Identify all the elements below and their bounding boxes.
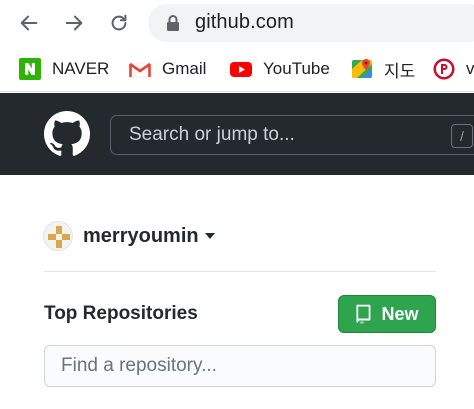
address-bar[interactable]: github.com bbox=[148, 4, 474, 42]
bookmarks-bar: NAVER Gmail YouTube 지도 v bbox=[0, 46, 474, 92]
arrow-left-icon bbox=[20, 15, 38, 31]
bookmark-label: Gmail bbox=[162, 59, 207, 78]
find-repository-input[interactable] bbox=[44, 345, 436, 387]
browser-toolbar: github.com bbox=[0, 0, 474, 46]
bookmark-p[interactable]: v bbox=[433, 57, 474, 81]
bookmark-youtube[interactable]: YouTube bbox=[230, 57, 330, 81]
reload-button[interactable] bbox=[105, 9, 133, 37]
chevron-down-icon bbox=[204, 233, 215, 239]
divider bbox=[44, 271, 436, 272]
youtube-icon bbox=[230, 58, 252, 80]
username: merryoumin bbox=[83, 224, 199, 247]
bookmark-label: YouTube bbox=[263, 59, 330, 78]
search-placeholder: Search or jump to... bbox=[129, 124, 295, 145]
new-button-label: New bbox=[381, 303, 419, 324]
dashboard-sidebar: merryoumin Top Repositories New bbox=[0, 175, 474, 409]
github-header: Search or jump to... / bbox=[0, 93, 474, 175]
lock-icon bbox=[167, 15, 179, 31]
repo-icon bbox=[356, 304, 371, 324]
bookmark-naver[interactable]: NAVER bbox=[19, 57, 109, 81]
arrow-right-icon bbox=[65, 15, 83, 31]
google-maps-icon bbox=[351, 58, 373, 80]
address-url: github.com bbox=[195, 11, 294, 33]
reload-icon bbox=[111, 14, 127, 31]
p-icon bbox=[433, 58, 455, 80]
top-repositories-heading: Top Repositories bbox=[44, 303, 198, 324]
github-search-input[interactable]: Search or jump to... / bbox=[110, 115, 474, 155]
forward-button[interactable] bbox=[60, 9, 88, 37]
gmail-icon bbox=[129, 58, 151, 80]
bookmark-label: 지도 bbox=[384, 61, 416, 81]
bookmark-maps[interactable]: 지도 bbox=[351, 57, 415, 81]
account-switcher[interactable]: merryoumin bbox=[43, 221, 215, 251]
search-shortcut-key: / bbox=[451, 124, 473, 148]
bookmark-label: NAVER bbox=[52, 59, 110, 78]
back-button[interactable] bbox=[15, 9, 43, 37]
new-repository-button[interactable]: New bbox=[338, 295, 436, 333]
avatar bbox=[43, 221, 73, 251]
bookmark-gmail[interactable]: Gmail bbox=[129, 57, 206, 81]
bookmark-label: v bbox=[466, 59, 474, 78]
naver-icon bbox=[19, 58, 41, 80]
github-logo-icon[interactable] bbox=[44, 111, 90, 157]
